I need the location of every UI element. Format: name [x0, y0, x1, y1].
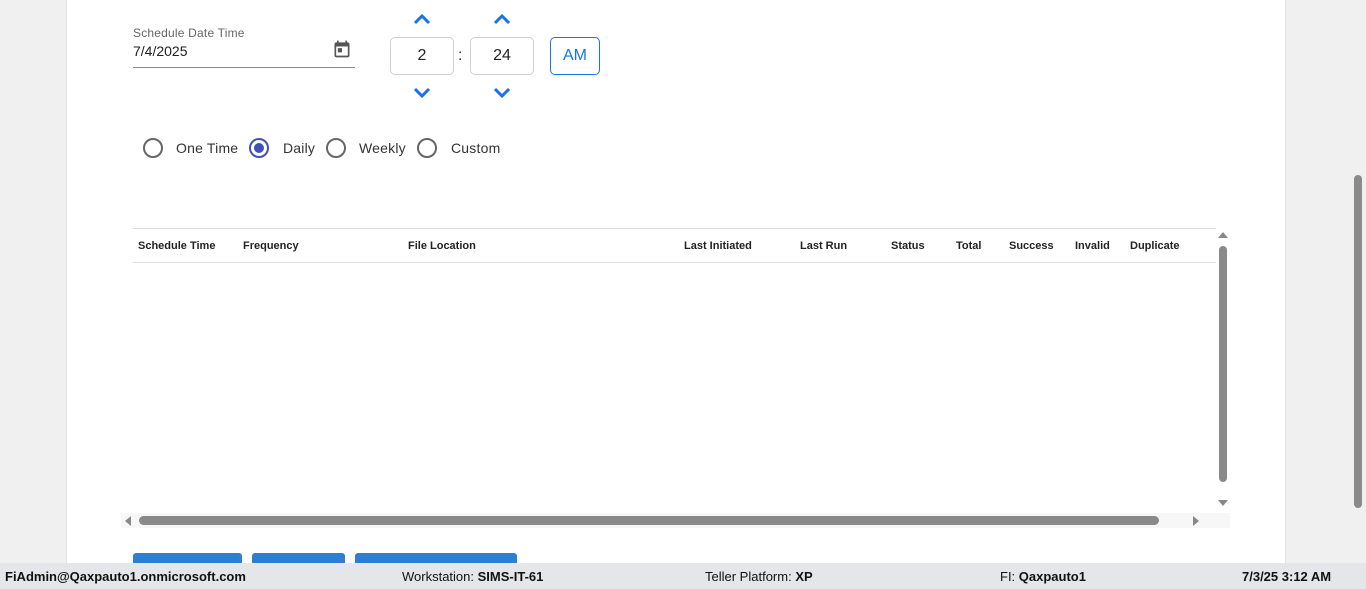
status-user: FiAdmin@Qaxpauto1.onmicrosoft.com: [5, 569, 246, 584]
page-scrollbar-thumb[interactable]: [1354, 175, 1362, 508]
radio-daily[interactable]: [249, 138, 269, 158]
status-platform-value: XP: [795, 569, 813, 584]
radio-custom[interactable]: [417, 138, 437, 158]
column-header-last-initiated[interactable]: Last Initiated: [684, 240, 752, 252]
time-separator: :: [458, 47, 463, 64]
schedule-table: Schedule Time Frequency File Location La…: [121, 228, 1230, 528]
column-header-status[interactable]: Status: [891, 240, 925, 252]
column-header-schedule-time[interactable]: Schedule Time: [138, 240, 215, 252]
column-header-total[interactable]: Total: [956, 240, 981, 252]
scroll-up-arrow-icon[interactable]: [1218, 232, 1228, 238]
page-scrollbar[interactable]: [1350, 0, 1366, 563]
status-fi-value: Qaxpauto1: [1018, 569, 1086, 584]
column-header-success[interactable]: Success: [1009, 240, 1054, 252]
status-bar: FiAdmin@Qaxpauto1.onmicrosoft.com Workst…: [0, 563, 1366, 589]
status-datetime: 7/3/25 3:12 AM: [1242, 569, 1332, 584]
schedule-date-field[interactable]: Schedule Date Time 7/4/2025: [133, 24, 355, 68]
schedule-date-label: Schedule Date Time: [133, 26, 245, 40]
radio-label-weekly[interactable]: Weekly: [359, 140, 406, 156]
table-header-row: Schedule Time Frequency File Location La…: [133, 228, 1216, 263]
column-header-invalid[interactable]: Invalid: [1075, 240, 1110, 252]
am-pm-toggle-button[interactable]: AM: [550, 37, 600, 75]
column-header-duplicate[interactable]: Duplicate: [1130, 240, 1180, 252]
table-horizontal-scrollbar[interactable]: [121, 513, 1230, 528]
status-platform-label: Teller Platform:: [705, 569, 792, 584]
radio-one-time[interactable]: [143, 138, 163, 158]
column-header-file-location[interactable]: File Location: [408, 240, 476, 252]
minute-increment-chevron-up-icon[interactable]: [492, 12, 512, 26]
scroll-down-arrow-icon[interactable]: [1218, 500, 1228, 506]
hour-increment-chevron-up-icon[interactable]: [412, 12, 432, 26]
table-horizontal-scrollbar-thumb[interactable]: [139, 516, 1159, 525]
radio-label-custom[interactable]: Custom: [451, 140, 500, 156]
table-vertical-scrollbar-thumb[interactable]: [1219, 246, 1227, 482]
action-button-2[interactable]: [252, 553, 345, 563]
hour-input[interactable]: 2: [390, 37, 454, 75]
status-fi-label: FI:: [1000, 569, 1016, 584]
minute-decrement-chevron-down-icon[interactable]: [492, 86, 512, 100]
calendar-icon[interactable]: [332, 39, 352, 59]
hour-decrement-chevron-down-icon[interactable]: [412, 86, 432, 100]
schedule-date-value[interactable]: 7/4/2025: [133, 43, 188, 59]
action-button-3[interactable]: [355, 553, 517, 563]
scroll-left-arrow-icon[interactable]: [125, 516, 131, 526]
column-header-last-run[interactable]: Last Run: [800, 240, 847, 252]
radio-label-one-time[interactable]: One Time: [176, 140, 238, 156]
scroll-right-arrow-icon[interactable]: [1193, 516, 1199, 526]
radio-weekly[interactable]: [326, 138, 346, 158]
status-workstation-value: SIMS-IT-61: [477, 569, 544, 584]
column-header-frequency[interactable]: Frequency: [243, 240, 299, 252]
radio-label-daily[interactable]: Daily: [283, 140, 315, 156]
status-workstation-label: Workstation:: [402, 569, 475, 584]
table-vertical-scrollbar[interactable]: [1216, 228, 1230, 510]
minute-input[interactable]: 24: [470, 37, 534, 75]
action-button-1[interactable]: [133, 553, 242, 563]
